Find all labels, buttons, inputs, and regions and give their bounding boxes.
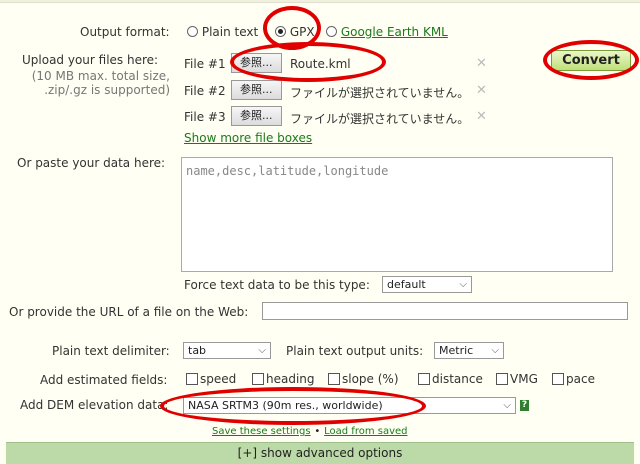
kml-link[interactable]: Google Earth KML (341, 25, 448, 39)
chevron-down-icon: ⌵ (258, 345, 266, 356)
estimated-distance[interactable]: distance (418, 372, 483, 386)
show-more-files-link[interactable]: Show more file boxes (184, 131, 312, 145)
force-type-select[interactable]: default ⌵ (382, 276, 472, 293)
slope-label: slope (%) (342, 372, 399, 386)
upload-note-1: (10 MB max. total size, (31, 69, 170, 83)
file-1-label: File #1 (184, 57, 226, 71)
heading-label: heading (266, 372, 315, 386)
checkbox-slope[interactable] (328, 373, 340, 385)
radio-plain-text[interactable] (187, 26, 198, 37)
file-2-browse-button[interactable]: 参照... (231, 80, 282, 100)
highlight-ellipse-convert (543, 40, 639, 80)
force-type-value: default (387, 278, 426, 291)
output-format-label: Output format: (80, 25, 170, 39)
force-type-label: Force text data to be this type: (184, 278, 370, 292)
show-advanced-options-bar[interactable]: [+] show advanced options (6, 442, 634, 464)
checkbox-pace[interactable] (552, 373, 564, 385)
checkbox-speed[interactable] (186, 373, 198, 385)
estimated-heading[interactable]: heading (252, 372, 315, 386)
vmg-label: VMG (510, 372, 538, 386)
radio-kml[interactable] (326, 26, 337, 37)
highlight-ellipse-file-1 (230, 42, 386, 82)
paste-textarea[interactable]: name,desc,latitude,longitude (181, 157, 613, 272)
chevron-down-icon: ⌵ (503, 400, 511, 411)
radio-plain-text-label[interactable]: Plain text (202, 25, 258, 39)
file-3-browse-button[interactable]: 参照... (231, 106, 282, 126)
file-1-remove-icon[interactable]: ✕ (476, 56, 487, 71)
checkbox-vmg[interactable] (496, 373, 508, 385)
checkbox-distance[interactable] (418, 373, 430, 385)
output-format-options: Plain text (187, 25, 258, 39)
delimiter-label: Plain text delimiter: (52, 344, 170, 358)
chevron-down-icon: ⌵ (459, 279, 467, 290)
delimiter-select[interactable]: tab ⌵ (183, 342, 271, 359)
file-2-name: ファイルが選択されていません。 (290, 86, 470, 100)
speed-label: speed (200, 372, 237, 386)
url-label: Or provide the URL of a file on the Web: (9, 305, 249, 319)
file-3-label: File #3 (184, 110, 226, 124)
settings-separator: • (314, 426, 321, 437)
file-2-label: File #2 (184, 84, 226, 98)
upload-label: Upload your files here: (22, 53, 159, 67)
settings-links: Save these settings • Load from saved (212, 423, 408, 437)
estimated-slope[interactable]: slope (%) (328, 372, 399, 386)
top-divider (0, 0, 640, 3)
units-select[interactable]: Metric ⌵ (434, 342, 504, 359)
file-2-remove-icon[interactable]: ✕ (476, 83, 487, 98)
file-3-name: ファイルが選択されていません。 (290, 112, 470, 126)
save-settings-link[interactable]: Save these settings (212, 426, 311, 437)
chevron-down-icon: ⌵ (491, 345, 499, 356)
pace-label: pace (566, 372, 595, 386)
delimiter-value: tab (188, 344, 207, 357)
units-value: Metric (439, 344, 474, 357)
paste-label: Or paste your data here: (17, 156, 166, 170)
estimated-fields-label: Add estimated fields: (40, 373, 168, 387)
paste-placeholder: name,desc,latitude,longitude (186, 164, 389, 178)
estimated-pace[interactable]: pace (552, 372, 595, 386)
units-label: Plain text output units: (286, 344, 424, 358)
checkbox-heading[interactable] (252, 373, 264, 385)
distance-label: distance (432, 372, 483, 386)
load-settings-link[interactable]: Load from saved (324, 426, 407, 437)
upload-note-2: .zip/.gz is supported) (44, 83, 170, 97)
estimated-speed[interactable]: speed (186, 372, 236, 386)
dem-label: Add DEM elevation data: (20, 398, 169, 412)
file-3-remove-icon[interactable]: ✕ (476, 109, 487, 124)
help-icon[interactable]: ? (520, 400, 529, 411)
highlight-ellipse-dem (160, 387, 426, 425)
estimated-vmg[interactable]: VMG (496, 372, 538, 386)
kml-option: Google Earth KML (326, 25, 448, 39)
url-input[interactable] (262, 302, 628, 320)
